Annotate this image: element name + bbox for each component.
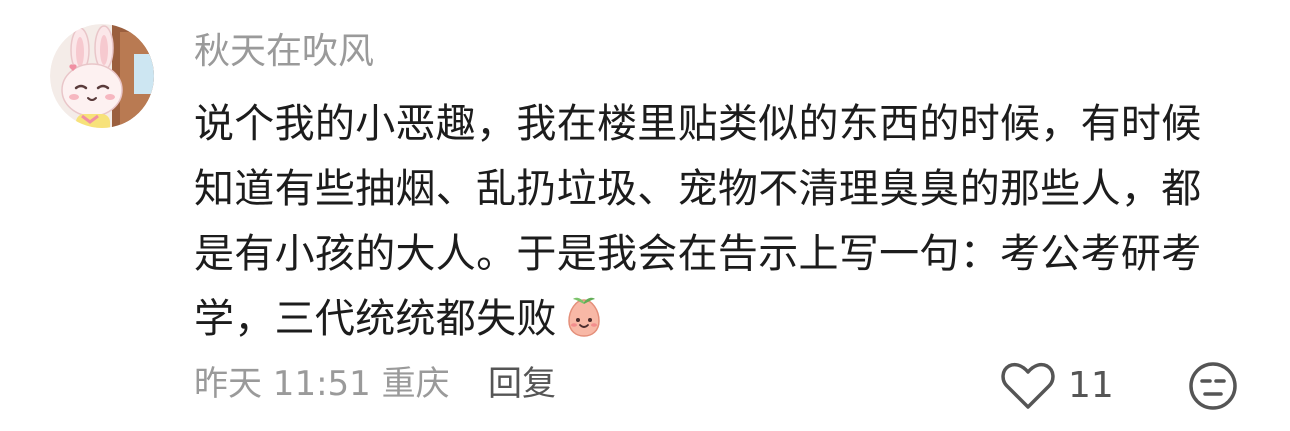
- reply-button[interactable]: 回复: [488, 362, 556, 406]
- like-count: 11: [1068, 365, 1114, 406]
- bunny-avatar-icon: [50, 24, 154, 128]
- peach-smile-emoji-icon: [567, 297, 600, 337]
- dislike-button[interactable]: [1188, 361, 1238, 411]
- heart-outline-icon: [1001, 362, 1055, 409]
- like-button[interactable]: 11: [1000, 358, 1114, 414]
- comment-meta: 昨天 11:51 重庆: [194, 364, 450, 404]
- comment-author[interactable]: 秋天在吹风: [194, 28, 374, 76]
- comment-card: 秋天在吹风 说个我的小恶趣，我在楼里贴类似的东西的时候，有时候 知道有些抽烟、乱…: [0, 0, 1290, 431]
- comment-body-line: 是有小孩的大人。于是我会在告示上写一句：考公考研考: [194, 231, 1202, 277]
- comment-body-line: 说个我的小恶趣，我在楼里贴类似的东西的时候，有时候: [194, 101, 1202, 147]
- comment-body-line: 知道有些抽烟、乱扔垃圾、宠物不清理臭臭的那些人，都: [194, 166, 1202, 212]
- comment-body: 说个我的小恶趣，我在楼里贴类似的东西的时候，有时候 知道有些抽烟、乱扔垃圾、宠物…: [194, 92, 1244, 352]
- avatar[interactable]: [50, 24, 154, 128]
- unamused-face-icon: [1189, 362, 1237, 410]
- comment-body-line-last: 学，三代统统都失败: [194, 287, 1244, 352]
- comment-body-text: 学，三代统统都失败: [194, 296, 557, 342]
